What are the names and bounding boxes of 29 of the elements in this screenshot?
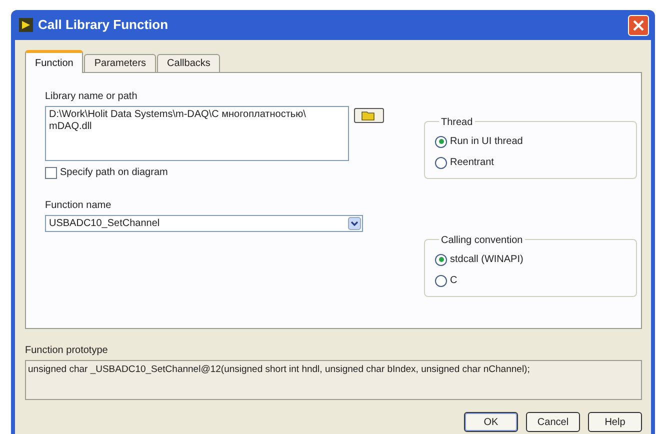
folder-icon (361, 110, 377, 120)
dialog-button[interactable]: Cancel (526, 412, 580, 432)
app-icon (19, 18, 33, 32)
radio-button[interactable] (435, 254, 447, 266)
path-field[interactable]: D:\Work\Holit Data Systems\m-DAQ\С многоплатностью\ mDAQ.dll (45, 106, 349, 161)
dialog-button[interactable]: Help (588, 412, 642, 432)
checkbox[interactable] (45, 166, 57, 178)
radio-button[interactable] (435, 136, 447, 148)
radio-label: Reentrant (450, 156, 494, 170)
browse-button[interactable] (354, 108, 384, 123)
tab[interactable]: Function (25, 50, 84, 73)
checkbox-label: Specify path on diagram (60, 166, 168, 180)
dialog-button[interactable]: OK (464, 412, 518, 432)
radio-button[interactable] (435, 156, 447, 168)
group-title: Calling convention (439, 233, 525, 248)
radio-label: C (450, 274, 458, 288)
function-name-dropdown[interactable]: USBADC10_SetChannel (45, 215, 363, 232)
field-label: Library name or path (45, 90, 138, 104)
radio-label: stdcall (WINAPI) (450, 253, 524, 267)
close-button[interactable] (628, 14, 649, 36)
radio-button[interactable] (435, 274, 447, 286)
radio-label: Run in UI thread (450, 135, 523, 149)
tab[interactable]: Callbacks (157, 54, 220, 73)
window-title: Call Library Function (38, 16, 170, 34)
field-label: Function prototype (25, 344, 109, 358)
field-label: Function name (45, 199, 112, 213)
tab[interactable]: Parameters (84, 54, 156, 73)
prototype-field: unsigned char _USBADC10_SetChannel@12(unsigned short int hndl, unsigned char bIndex, unsigned char nChannel); (25, 360, 642, 400)
close-icon (633, 20, 644, 30)
